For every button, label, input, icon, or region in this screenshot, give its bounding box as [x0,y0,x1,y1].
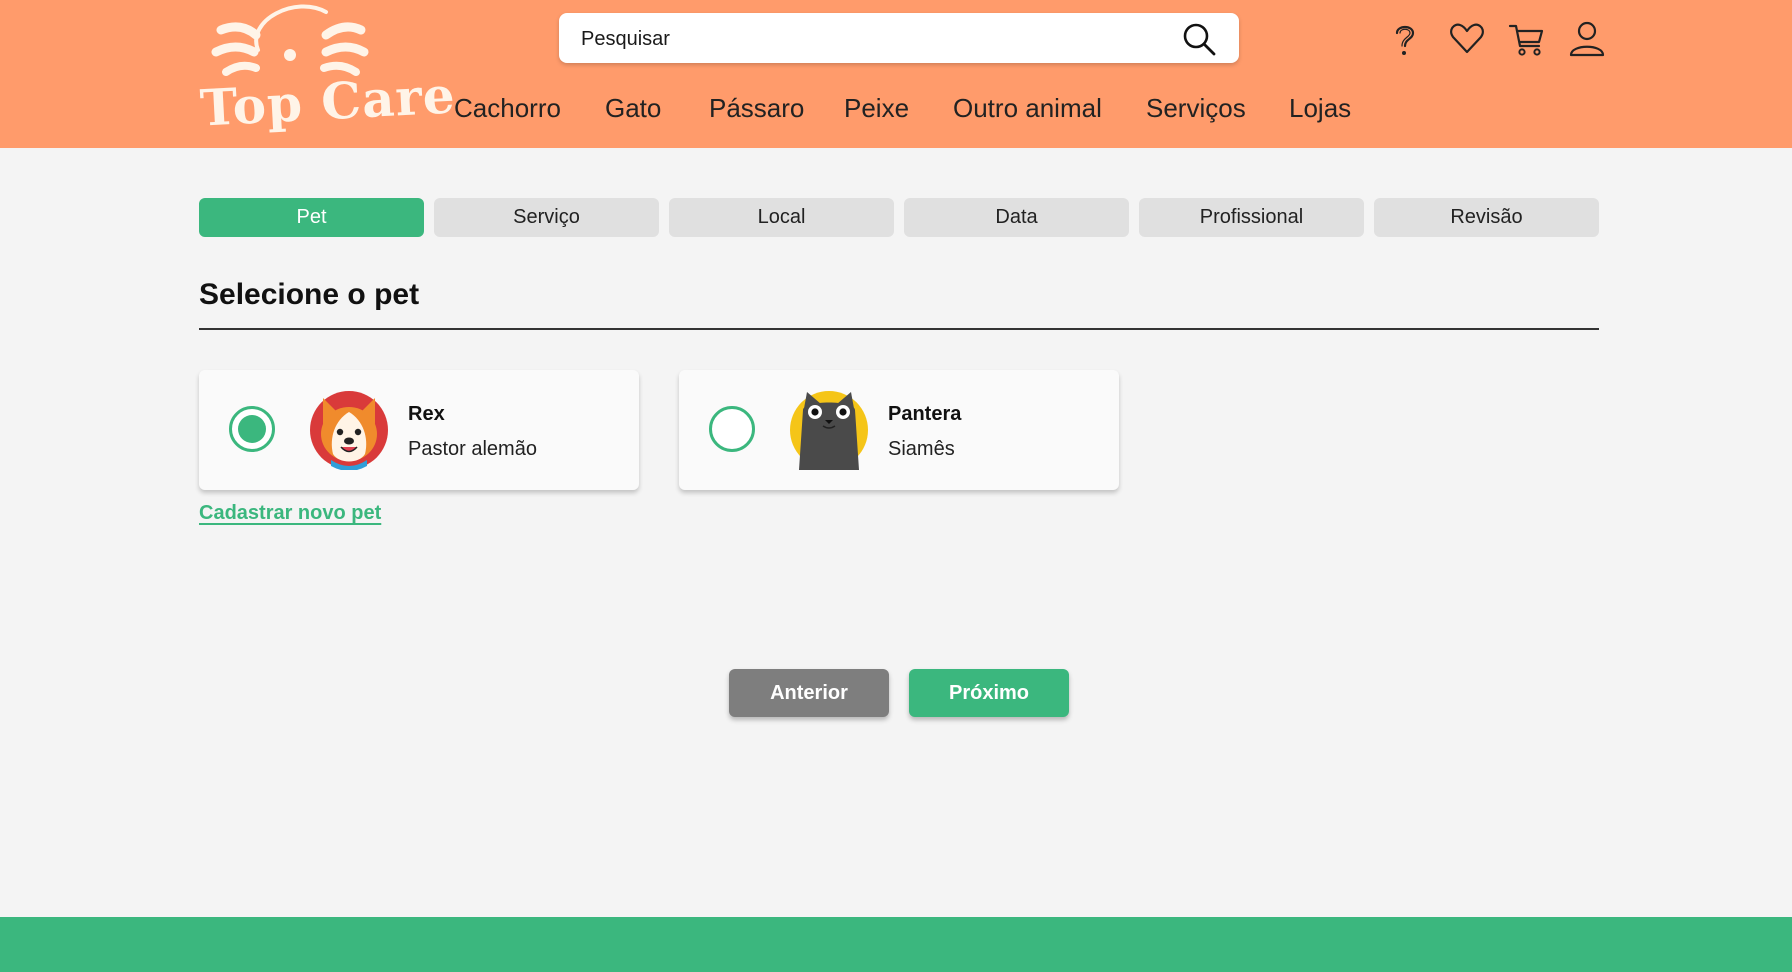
site-header: Top Care Pesquisar Cachorro Gato Pássaro… [0,0,1792,148]
user-icon[interactable] [1568,20,1606,58]
step-local[interactable]: Local [669,198,894,237]
step-servico[interactable]: Serviço [434,198,659,237]
register-new-pet-link[interactable]: Cadastrar novo pet [199,502,381,525]
nav-item-lojas[interactable]: Lojas [1289,93,1351,124]
nav-item-peixe[interactable]: Peixe [844,93,909,124]
pet-card-pantera[interactable]: Pantera Siamês [679,370,1119,490]
cat-avatar-icon [789,390,869,470]
search-icon[interactable] [1181,21,1217,57]
heart-icon[interactable] [1448,20,1486,58]
pet-card-rex[interactable]: Rex Pastor alemão [199,370,639,490]
pet-breed: Siamês [888,438,955,460]
pet-radio-selected[interactable] [229,406,275,452]
search-input[interactable] [579,13,1163,65]
logo-text: Top Care [198,65,457,138]
pet-radio-unselected[interactable] [709,406,755,452]
nav-item-passaro[interactable]: Pássaro [709,93,804,124]
nav-item-outro-animal[interactable]: Outro animal [953,93,1102,124]
help-icon[interactable] [1386,20,1424,58]
pet-name: Pantera [888,403,962,425]
title-divider [199,328,1599,330]
page-title: Selecione o pet [199,278,420,311]
nav-item-servicos[interactable]: Serviços [1146,93,1246,124]
cart-icon[interactable] [1508,20,1546,58]
nav-item-gato[interactable]: Gato [605,93,661,124]
pet-breed: Pastor alemão [408,438,537,460]
nav-item-cachorro[interactable]: Cachorro [454,93,561,124]
search-bar [559,13,1239,65]
step-data[interactable]: Data [904,198,1129,237]
step-pet[interactable]: Pet [199,198,424,237]
pet-name: Rex [408,403,445,425]
step-revisao[interactable]: Revisão [1374,198,1599,237]
booking-steps: Pet Serviço Local Data Profissional Revi… [199,198,1599,238]
site-footer [0,917,1792,972]
step-profissional[interactable]: Profissional [1139,198,1364,237]
dog-avatar-icon [309,390,389,471]
next-button[interactable]: Próximo [909,669,1069,717]
brand-logo[interactable]: Top Care [196,0,457,145]
previous-button[interactable]: Anterior [729,669,889,717]
